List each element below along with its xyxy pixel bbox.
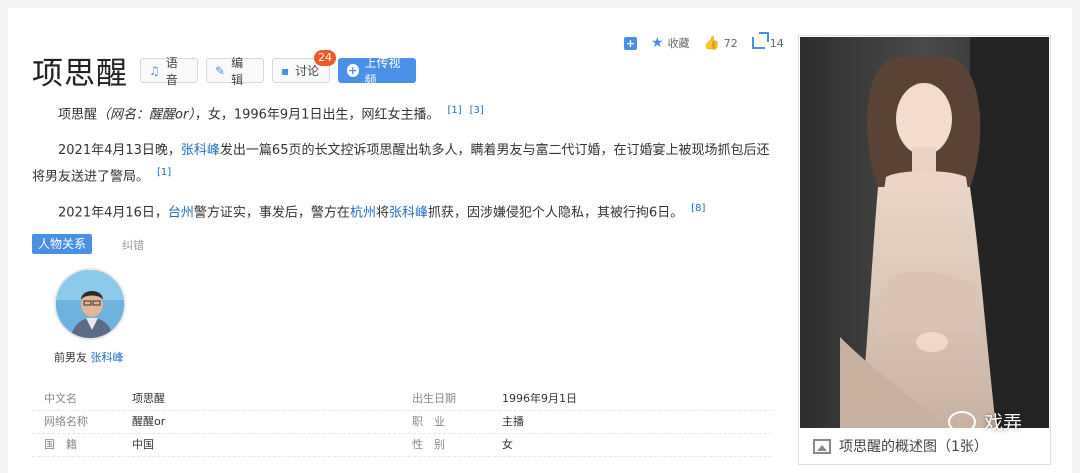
relation-type: 前男友 xyxy=(54,351,87,364)
upload-label: 上传视频 xyxy=(364,55,401,87)
caption-text: 项思醒的概述图（1张） xyxy=(839,439,988,455)
relation-person-link[interactable]: 张科峰 xyxy=(91,351,124,364)
reference-link[interactable]: [3] xyxy=(470,105,484,116)
collect-label: 收藏 xyxy=(667,37,690,50)
event-paragraph-2: 2021年4月16日，台州警方证实，事发后，警方在杭州将张科峰抓获，因涉嫌侵犯个… xyxy=(32,198,777,224)
info-key: 职 业 xyxy=(412,415,445,428)
event-paragraph-1: 2021年4月13日晚，张科峰发出一篇65页的长文控诉项思醒出轨多人，瞒着男友与… xyxy=(32,140,777,188)
share-count: 14 xyxy=(769,36,784,50)
info-key: 中文名 xyxy=(44,392,77,405)
plus-icon: + xyxy=(624,36,637,50)
place-link[interactable]: 杭州 xyxy=(350,205,376,220)
info-value: 1996年9月1日 xyxy=(502,392,577,405)
intro-alias: （网名：醒醒or） xyxy=(97,107,195,123)
star-icon: ★ xyxy=(651,35,664,51)
reference-link[interactable]: [8] xyxy=(691,203,705,214)
collect-button[interactable]: ★ 收藏 xyxy=(651,35,690,51)
person-link[interactable]: 张科峰 xyxy=(389,205,428,220)
like-button[interactable]: 👍 72 xyxy=(704,36,738,51)
share-icon xyxy=(751,32,769,49)
paragraph-text: 2021年4月16日， xyxy=(58,205,168,221)
info-row: 国 籍 中国 性 别 女 xyxy=(32,434,772,457)
thumbs-up-icon: 👍 xyxy=(703,35,720,51)
headphones-icon: ♫ xyxy=(149,63,160,78)
person-link[interactable]: 张科峰 xyxy=(181,143,220,158)
info-row: 中文名 项思醒 出生日期 1996年9月1日 xyxy=(32,388,772,411)
basic-info-table: 中文名 项思醒 出生日期 1996年9月1日 网络名称 醒醒or 职 业 主播 … xyxy=(32,388,772,457)
discuss-label: 讨论 xyxy=(295,64,320,78)
edit-button[interactable]: ✎ 编辑 xyxy=(206,56,264,87)
pencil-icon: ✎ xyxy=(215,63,226,78)
page-title: 项思醒 xyxy=(32,56,128,92)
info-key: 出生日期 xyxy=(412,392,456,405)
summary-photo[interactable] xyxy=(800,37,1049,428)
discuss-badge: 24 xyxy=(314,50,336,66)
plus-circle-icon: + xyxy=(347,64,359,77)
add-button[interactable]: + xyxy=(624,36,637,50)
like-count: 72 xyxy=(723,36,738,50)
place-link[interactable]: 台州 xyxy=(168,205,194,220)
stats-bar: + ★ 收藏 👍 72 14 xyxy=(624,32,798,51)
image-icon xyxy=(813,438,831,454)
info-value: 醒醒or xyxy=(132,415,166,428)
watermark-text: 戏弄 xyxy=(984,412,1023,434)
info-value: 女 xyxy=(502,438,513,451)
image-caption[interactable]: 项思醒的概述图（1张） xyxy=(813,436,988,456)
info-value: 项思醒 xyxy=(132,392,165,405)
paragraph-text: 2021年4月13日晚， xyxy=(58,143,181,158)
paragraph-text: 警方证实，事发后，警方在 xyxy=(193,205,350,221)
voice-button[interactable]: ♫ 语音 xyxy=(140,56,198,87)
portrait-image xyxy=(800,37,1049,428)
summary-image-panel[interactable]: 项思醒的概述图（1张） xyxy=(798,35,1051,465)
info-key: 国 籍 xyxy=(44,438,77,451)
info-row: 网络名称 醒醒or 职 业 主播 xyxy=(32,411,772,434)
correct-link[interactable]: 纠错 xyxy=(122,237,144,253)
avatar[interactable] xyxy=(54,268,126,340)
paragraph-text: 抓获，因涉嫌侵犯个人隐私，其被行拘6日。 xyxy=(427,205,684,221)
wechat-icon xyxy=(948,410,976,433)
occupation-link[interactable]: 主播 xyxy=(502,411,524,433)
info-key: 性 别 xyxy=(412,438,445,451)
relations-tab[interactable]: 人物关系 xyxy=(32,234,93,254)
nationality-link[interactable]: 中国 xyxy=(132,434,154,456)
paragraph-text: 将 xyxy=(375,205,389,221)
edit-label: 编辑 xyxy=(231,55,244,87)
chat-icon: ▪ xyxy=(281,63,290,78)
watermark: 戏弄 xyxy=(948,408,1022,435)
reference-link[interactable]: [1] xyxy=(157,167,171,178)
share-button[interactable]: 14 xyxy=(751,32,784,50)
info-key: 网络名称 xyxy=(44,415,88,428)
intro-name: 项思醒 xyxy=(58,107,98,123)
relation-caption: 前男友 张科峰 xyxy=(54,349,124,365)
intro-paragraph: 项思醒（网名：醒醒or），女，1996年9月1日出生，网红女主播。 [1] [3] xyxy=(32,100,777,126)
reference-link[interactable]: [1] xyxy=(447,105,461,116)
voice-label: 语音 xyxy=(165,55,178,87)
upload-video-button[interactable]: + 上传视频 xyxy=(338,56,416,87)
intro-text: ，女，1996年9月1日出生，网红女主播。 xyxy=(194,107,440,123)
